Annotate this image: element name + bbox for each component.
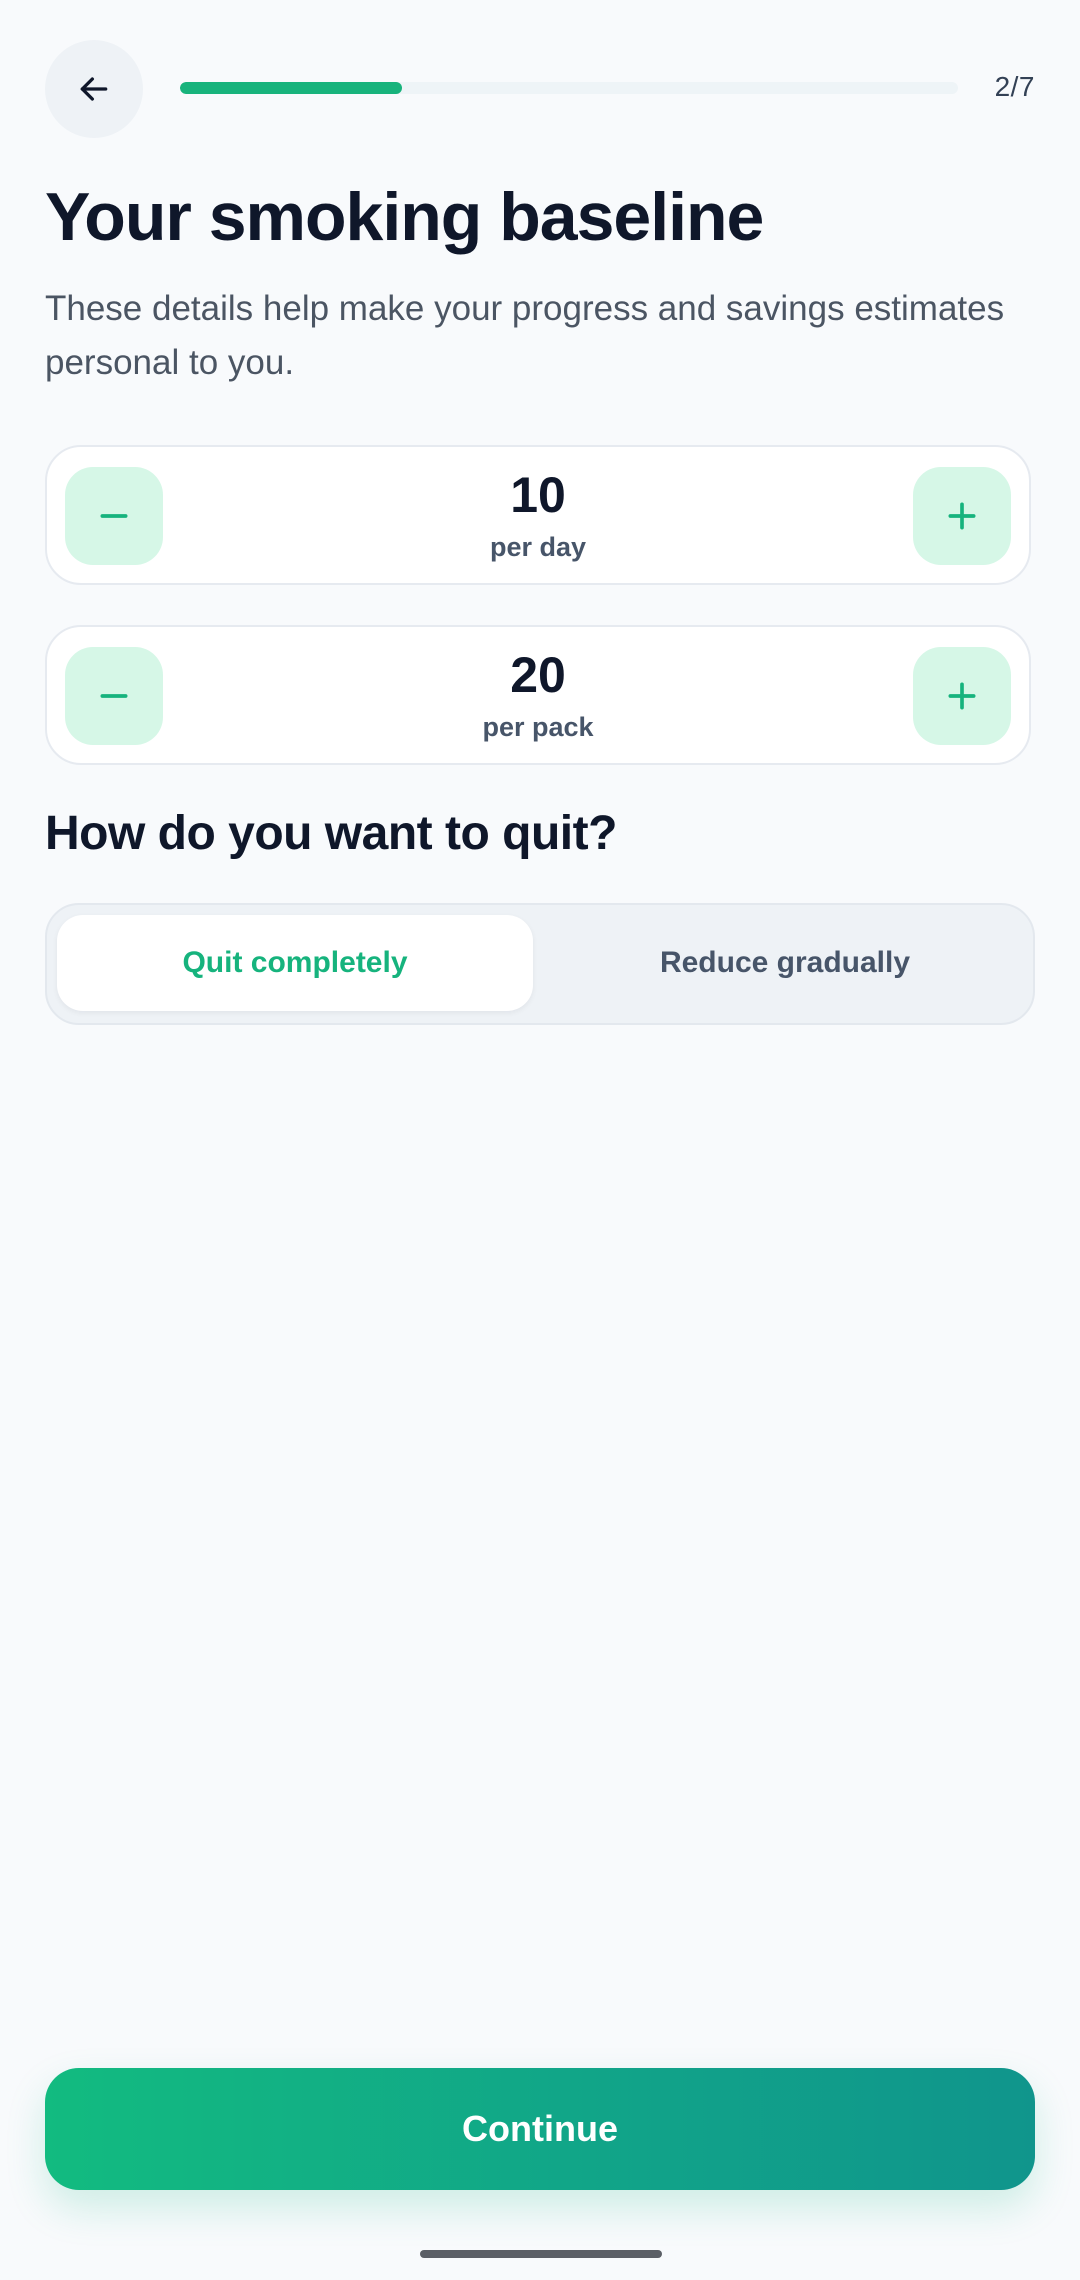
increase-per-pack-button[interactable] <box>913 647 1011 745</box>
plus-icon <box>948 682 976 710</box>
top-bar: 2/7 <box>45 40 1035 138</box>
continue-button[interactable]: Continue <box>45 2068 1035 2190</box>
page-subtitle: These details help make your progress an… <box>45 289 1005 382</box>
back-button[interactable] <box>45 40 143 138</box>
onboarding-screen: 2/7 Your smoking baseline These details … <box>0 0 1080 2280</box>
home-indicator[interactable] <box>420 2250 662 2258</box>
per-pack-unit-label: per pack <box>482 712 594 742</box>
quit-method-segmented-control: Quit completely Reduce gradually <box>45 903 1035 1025</box>
step-counter: 2/7 <box>994 71 1035 102</box>
page-title: Your smoking baseline <box>45 179 764 255</box>
per-pack-value: 20 <box>510 647 566 703</box>
quit-method-title: How do you want to quit? <box>45 807 617 860</box>
per-day-value: 10 <box>510 467 566 523</box>
cigarettes-per-pack-stepper: 20 per pack <box>45 625 1031 765</box>
progress-bar <box>180 82 958 94</box>
progress-bar-fill <box>180 82 403 94</box>
arrow-left-icon <box>80 77 108 101</box>
plus-icon <box>948 502 976 530</box>
per-day-unit-label: per day <box>489 532 587 562</box>
quit-completely-option[interactable]: Quit completely <box>57 915 533 1011</box>
reduce-gradually-option[interactable]: Reduce gradually <box>547 915 1023 1011</box>
cigarettes-per-day-stepper: 10 per day <box>45 445 1031 585</box>
increase-per-day-button[interactable] <box>913 467 1011 565</box>
